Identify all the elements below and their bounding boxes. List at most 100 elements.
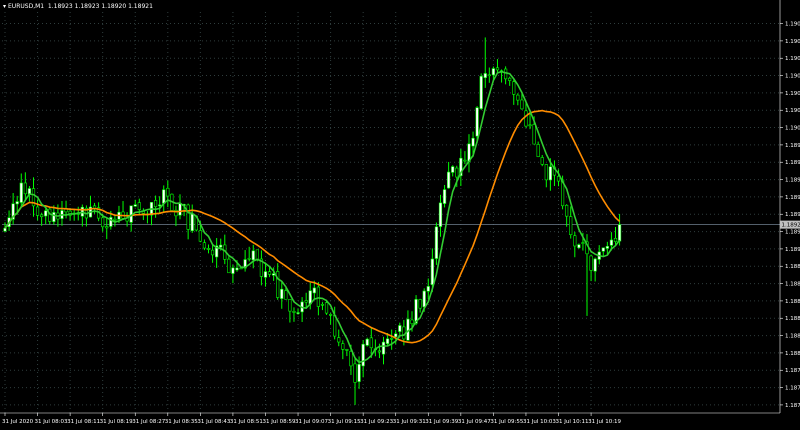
candle-bull — [422, 290, 426, 308]
current-price-label: 1.18921 — [782, 223, 800, 229]
candle-bull — [442, 189, 447, 204]
candle-bear — [320, 303, 325, 306]
candle-bear — [247, 257, 251, 260]
candle-bear — [573, 235, 577, 247]
candle-bull — [19, 182, 23, 203]
candle-bear — [455, 167, 459, 178]
candle-bear — [544, 164, 548, 181]
candle-bull — [357, 363, 361, 382]
candle-bear — [540, 157, 544, 165]
candle-bear — [206, 248, 211, 250]
candle-bear — [288, 299, 292, 312]
candle-bull — [434, 226, 439, 259]
candle-bull — [15, 201, 19, 205]
candle-bear — [48, 208, 52, 222]
candle-bull — [577, 244, 581, 249]
candle-bull — [430, 258, 434, 285]
time-tick-label: 31 Jul 08:43 — [197, 419, 230, 425]
price-tick-label: 1.18795 — [785, 368, 800, 374]
candle-bear — [377, 350, 382, 353]
price-tick-label: 1.18810 — [785, 351, 800, 357]
candle-bull — [361, 343, 365, 367]
candle-bull — [471, 137, 475, 147]
candle-bull — [133, 204, 137, 207]
candle-bear — [569, 216, 573, 235]
price-chart[interactable]: 1.19095 1.19080 1.19065 1.19050 1.19035 1.190… — [0, 0, 800, 430]
candle-bull — [491, 68, 496, 76]
candle-bull — [162, 189, 166, 204]
time-tick-label: 31 Jul 08:51 — [230, 419, 263, 425]
candle-bear — [35, 206, 40, 216]
candle-bear — [345, 349, 349, 351]
time-tick-label: 31 Jul 09:31 — [393, 419, 426, 425]
candle-bear — [532, 124, 536, 145]
candle-bear — [337, 337, 341, 343]
price-tick-label: 1.18780 — [785, 386, 800, 392]
candle-bull — [394, 333, 398, 338]
candle-bear — [495, 67, 500, 71]
ohlc-label: 1.18923 1.18923 1.18920 1.18921 — [47, 3, 153, 10]
candle-bear — [556, 176, 561, 182]
candle-bull — [219, 244, 223, 248]
candle-bull — [479, 75, 483, 109]
candle-bear — [284, 290, 288, 300]
price-tick-label: 1.18900 — [785, 247, 800, 253]
candle-bear — [402, 326, 406, 340]
candle-bull — [617, 224, 622, 242]
candle-bear — [516, 94, 520, 101]
candle-bear — [353, 363, 357, 383]
candle-bull — [438, 202, 443, 227]
candle-bear — [239, 267, 243, 270]
time-tick-label: 31 Jul 09:15 — [328, 419, 361, 425]
candle-bear — [255, 249, 259, 260]
symbol-label: EURUSD,M1 — [8, 3, 45, 10]
price-tick-label: 1.19050 — [785, 74, 800, 80]
candle-bear — [210, 249, 215, 256]
candle-bear — [524, 110, 528, 127]
candle-bear — [324, 302, 329, 314]
candle-bull — [3, 227, 7, 232]
candle-bear — [227, 258, 231, 274]
time-tick-label: 31 Jul 09:39 — [425, 419, 458, 425]
candle-bear — [581, 242, 585, 244]
candle-bull — [605, 246, 609, 249]
candle-bull — [190, 213, 194, 231]
candle-bear — [589, 255, 593, 271]
candle-bear — [390, 338, 394, 340]
candle-bear — [536, 144, 540, 157]
candle-bear — [613, 238, 618, 242]
time-tick-label: 31 Jul 08:35 — [165, 419, 198, 425]
price-tick-label: 1.18885 — [785, 264, 800, 270]
candle-bear — [341, 343, 345, 350]
candle-bear — [520, 99, 524, 110]
candle-bear — [512, 81, 516, 95]
candle-bear — [333, 315, 337, 337]
ma-slow-line — [4, 109, 621, 344]
candle-bull — [601, 247, 605, 252]
time-tick-label: 31 Jul 08:11 — [67, 419, 100, 425]
candle-bull — [263, 271, 268, 278]
chart-window[interactable]: ▾ EURUSD,M1 1.18923 1.18923 1.18920 1.189… — [0, 0, 800, 430]
price-tick-label: 1.18915 — [785, 230, 800, 236]
price-tick-label: 1.18765 — [785, 403, 800, 409]
candle-bull — [235, 267, 239, 271]
candle-bull — [398, 325, 402, 332]
candle-bull — [475, 107, 479, 137]
candle-bear — [101, 217, 105, 228]
candle-bear — [186, 204, 190, 230]
candle-bull — [44, 210, 48, 217]
candle-bear — [508, 77, 512, 81]
candle-bear — [565, 204, 569, 217]
candle-bull — [426, 286, 430, 292]
candle-bear — [487, 74, 491, 77]
dropdown-triangle-icon[interactable]: ▾ — [3, 3, 6, 10]
candle-bear — [369, 337, 373, 349]
candle-bull — [365, 338, 369, 346]
time-tick-label: 31 Jul 09:23 — [360, 419, 393, 425]
price-tick-label: 1.18870 — [785, 282, 800, 288]
candle-bear — [267, 271, 272, 275]
price-tick-label: 1.18960 — [785, 178, 800, 184]
candle-bull — [593, 258, 597, 272]
candle-bull — [483, 73, 487, 78]
candle-bear — [137, 202, 141, 210]
